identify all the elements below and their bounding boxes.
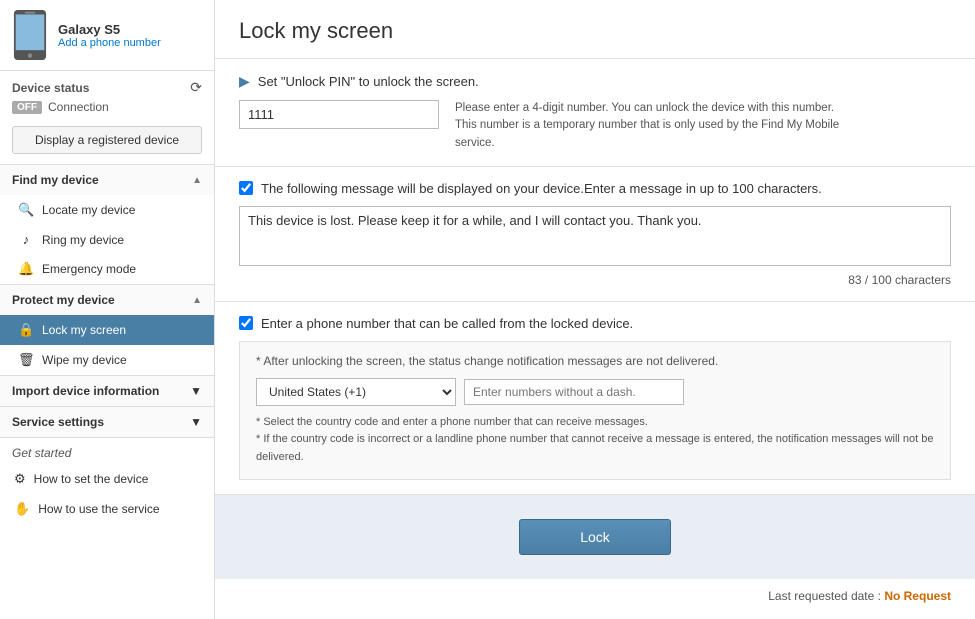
pin-section: ▶ Set "Unlock PIN" to unlock the screen.… <box>215 59 975 167</box>
pin-hint-line1: Please enter a 4-digit number. You can u… <box>455 100 875 117</box>
main-content-area: Lock my screen ▶ Set "Unlock PIN" to unl… <box>215 0 975 619</box>
service-section-arrow: ▼ <box>190 415 202 429</box>
char-separator: / <box>865 273 872 287</box>
sidebar-item-wipe-label: Wipe my device <box>42 353 127 367</box>
sidebar-item-ring[interactable]: ♪ Ring my device <box>0 225 214 254</box>
message-textarea[interactable]: This device is lost. Please keep it for … <box>239 206 951 266</box>
sidebar-item-locate[interactable]: 🔍 Locate my device <box>0 195 214 225</box>
hand-icon: ✋ <box>14 501 30 517</box>
sidebar-item-how-use[interactable]: ✋ How to use the service <box>0 494 214 524</box>
import-section-label: Import device information <box>12 384 159 398</box>
pin-hint-line2: This number is a temporary number that i… <box>455 117 875 152</box>
wipe-icon: 🗑 <box>18 352 34 368</box>
emergency-icon: 🔔 <box>18 261 34 277</box>
char-count: 83 <box>848 273 861 287</box>
pin-input-row: Please enter a 4-digit number. You can u… <box>239 100 951 152</box>
sidebar-item-how-set[interactable]: ⚙ How to set the device <box>0 464 214 494</box>
get-started-label: Get started <box>0 437 214 464</box>
message-checkbox-row: The following message will be displayed … <box>239 181 951 196</box>
last-request-label: Last requested date : <box>768 589 881 603</box>
find-section-label: Find my device <box>12 173 99 187</box>
phone-hint-line1: * Select the country code and enter a ph… <box>256 414 934 432</box>
display-registered-device-button[interactable]: Display a registered device <box>12 126 202 154</box>
protect-section-label: Protect my device <box>12 293 115 307</box>
phone-checkbox-row: Enter a phone number that can be called … <box>239 316 951 331</box>
import-section-header[interactable]: Import device information ▼ <box>0 375 214 406</box>
protect-my-device-section: Protect my device ▲ 🔒 Lock my screen 🗑 W… <box>0 284 214 375</box>
find-my-device-section: Find my device ▲ 🔍 Locate my device ♪ Ri… <box>0 164 214 284</box>
char-count-row: 83 / 100 characters <box>239 273 951 287</box>
notification-note: * After unlocking the screen, the status… <box>256 354 934 368</box>
off-badge: OFF <box>12 101 42 114</box>
sidebar-item-wipe[interactable]: 🗑 Wipe my device <box>0 345 214 375</box>
message-section: The following message will be displayed … <box>215 167 975 302</box>
sidebar-item-lock-label: Lock my screen <box>42 323 126 337</box>
phone-number-input[interactable] <box>464 379 684 405</box>
device-header: Galaxy S5 Add a phone number <box>0 0 214 71</box>
pin-section-title-row: ▶ Set "Unlock PIN" to unlock the screen. <box>239 73 951 90</box>
pin-section-title: Set "Unlock PIN" to unlock the screen. <box>258 74 479 89</box>
connection-text: Connection <box>48 100 109 114</box>
char-label: characters <box>895 273 951 287</box>
device-info: Galaxy S5 Add a phone number <box>58 22 161 49</box>
sidebar-item-lock-screen[interactable]: 🔒 Lock my screen <box>0 315 214 345</box>
protect-section-arrow: ▲ <box>192 295 202 306</box>
locate-icon: 🔍 <box>18 202 34 218</box>
sidebar-item-emergency[interactable]: 🔔 Emergency mode <box>0 254 214 284</box>
phone-section: Enter a phone number that can be called … <box>215 302 975 495</box>
phone-checkbox-label: Enter a phone number that can be called … <box>261 316 633 331</box>
connection-row: OFF Connection <box>0 100 214 122</box>
find-section-header[interactable]: Find my device ▲ <box>0 165 214 195</box>
message-checkbox-label: The following message will be displayed … <box>261 181 822 196</box>
message-checkbox[interactable] <box>239 181 253 195</box>
device-add-phone[interactable]: Add a phone number <box>58 37 161 49</box>
sidebar-item-locate-label: Locate my device <box>42 203 135 217</box>
protect-section-header[interactable]: Protect my device ▲ <box>0 285 214 315</box>
sidebar-item-how-use-label: How to use the service <box>38 502 159 516</box>
find-section-arrow: ▲ <box>192 175 202 186</box>
ring-icon: ♪ <box>18 232 34 247</box>
phone-hint-line2: * If the country code is incorrect or a … <box>256 431 934 466</box>
import-section-arrow: ▼ <box>190 384 202 398</box>
sidebar: Galaxy S5 Add a phone number Device stat… <box>0 0 215 619</box>
phone-checkbox[interactable] <box>239 316 253 330</box>
settings-icon: ⚙ <box>14 471 26 487</box>
main-content: ▶ Set "Unlock PIN" to unlock the screen.… <box>215 59 975 619</box>
page-title: Lock my screen <box>215 0 975 59</box>
last-request-value: No Request <box>884 589 951 603</box>
last-request-row: Last requested date : No Request <box>215 579 975 609</box>
sidebar-item-ring-label: Ring my device <box>42 233 124 247</box>
lock-button-section: Lock <box>215 495 975 579</box>
sidebar-item-emergency-label: Emergency mode <box>42 262 136 276</box>
country-select[interactable]: United States (+1) Canada (+1) United Ki… <box>256 378 456 406</box>
service-section-label: Service settings <box>12 415 104 429</box>
sidebar-item-how-set-label: How to set the device <box>34 472 149 486</box>
lock-button[interactable]: Lock <box>519 519 671 555</box>
device-phone-icon <box>12 10 48 60</box>
phone-section-inner: * After unlocking the screen, the status… <box>239 341 951 480</box>
lock-icon: 🔒 <box>18 322 34 338</box>
device-status-label: Device status <box>12 81 89 95</box>
char-max: 100 <box>872 273 892 287</box>
service-section-header[interactable]: Service settings ▼ <box>0 406 214 437</box>
refresh-icon[interactable]: ⟳ <box>190 79 202 96</box>
phone-input-row: United States (+1) Canada (+1) United Ki… <box>256 378 934 406</box>
phone-hint: * Select the country code and enter a ph… <box>256 414 934 467</box>
pin-input[interactable] <box>239 100 439 129</box>
pin-hint: Please enter a 4-digit number. You can u… <box>455 100 875 152</box>
device-status-row: Device status ⟳ <box>0 71 214 100</box>
device-name: Galaxy S5 <box>58 22 161 37</box>
pin-section-arrow-icon: ▶ <box>239 73 250 90</box>
